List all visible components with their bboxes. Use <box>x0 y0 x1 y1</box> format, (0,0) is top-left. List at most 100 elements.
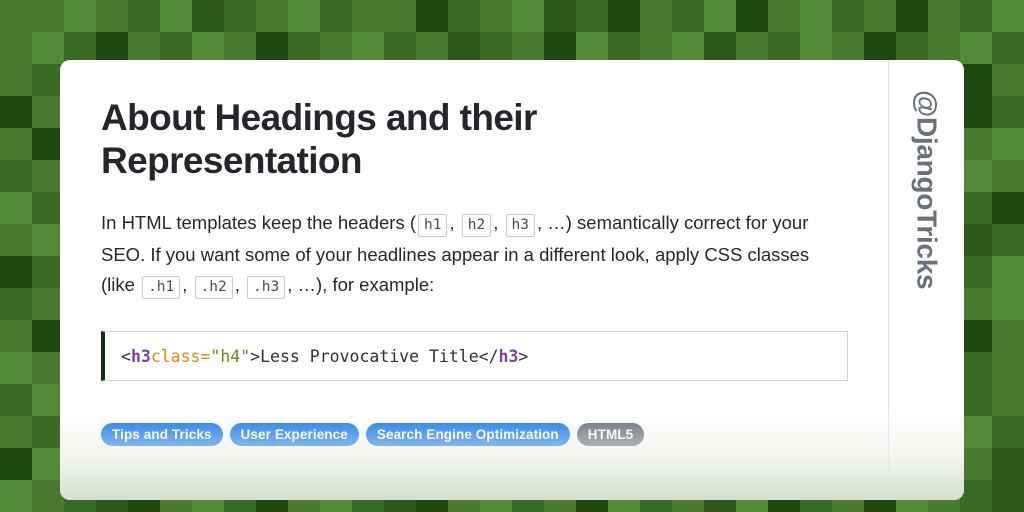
background-tile <box>480 0 512 32</box>
inline-code-h2: h2 <box>461 214 492 237</box>
background-tile <box>736 0 768 32</box>
background-tile <box>992 320 1024 352</box>
background-tile <box>992 256 1024 288</box>
background-tile <box>384 0 416 32</box>
code-token-attribute-value: "h4" <box>210 346 251 366</box>
inline-code-h3: h3 <box>505 214 535 237</box>
code-token-attribute-name: class <box>150 346 201 366</box>
background-tile <box>864 0 896 32</box>
code-example-block: < h3 class = "h4" > Less Provocative Title </h… <box>101 331 848 381</box>
background-tile <box>960 96 992 128</box>
background-tile <box>960 288 992 320</box>
background-tile <box>32 0 64 32</box>
background-tile <box>960 320 992 352</box>
background-tile <box>288 0 320 32</box>
background-tile <box>512 0 544 32</box>
background-tile <box>0 256 32 288</box>
background-tile <box>0 384 32 416</box>
background-tile <box>0 288 32 320</box>
paragraph-separator-3: , <box>182 274 188 295</box>
background-tile <box>896 0 928 32</box>
background-tile <box>0 0 32 32</box>
background-tile <box>0 64 32 96</box>
tag-search-engine-optimization[interactable]: Search Engine Optimization <box>365 423 570 446</box>
background-tile <box>640 0 672 32</box>
tag-tips-and-tricks[interactable]: Tips and Tricks <box>101 423 223 446</box>
tag-html5[interactable]: HTML5 <box>576 423 645 446</box>
background-tile <box>992 128 1024 160</box>
article-paragraph: In HTML templates keep the headers (h1 , … <box>101 208 831 302</box>
background-tile <box>960 224 992 256</box>
background-tile <box>992 224 1024 256</box>
background-tile <box>960 0 992 32</box>
background-tile <box>992 192 1024 224</box>
paragraph-separator-1: , <box>449 212 455 233</box>
background-tile <box>416 0 448 32</box>
paragraph-text-part-3: , …), for example: <box>287 274 435 295</box>
background-tile <box>992 416 1024 448</box>
article-card: About Headings and their Representation … <box>60 60 964 500</box>
code-token-close-tag-close: > <box>518 346 529 366</box>
paragraph-separator-4: , <box>234 274 240 295</box>
background-tile <box>992 288 1024 320</box>
background-tile <box>992 384 1024 416</box>
background-tile <box>544 0 576 32</box>
background-tile <box>960 448 992 480</box>
background-tile <box>320 0 352 32</box>
inline-code-dot-h2: .h2 <box>194 276 233 299</box>
article-side-column: @DjangoTricks <box>889 60 964 500</box>
background-tile <box>448 0 480 32</box>
background-tile <box>992 480 1024 512</box>
site-handle[interactable]: @DjangoTricks <box>911 90 943 289</box>
tag-user-experience[interactable]: User Experience <box>229 423 359 446</box>
background-tile <box>0 192 32 224</box>
background-tile <box>960 352 992 384</box>
paragraph-text-part-1: In HTML templates keep the headers ( <box>101 212 416 233</box>
background-tile <box>160 0 192 32</box>
background-tile <box>960 416 992 448</box>
article-main-column: About Headings and their Representation … <box>60 60 889 500</box>
background-tile <box>0 448 32 480</box>
background-tile <box>960 160 992 192</box>
background-tile <box>128 0 160 32</box>
background-tile <box>0 320 32 352</box>
background-tile <box>0 128 32 160</box>
background-tile <box>800 0 832 32</box>
background-tile <box>960 64 992 96</box>
background-tile <box>768 0 800 32</box>
code-token-open-tag-close: > <box>250 346 261 366</box>
background-tile <box>0 96 32 128</box>
background-tile <box>832 0 864 32</box>
background-tile <box>992 32 1024 64</box>
background-tile <box>992 64 1024 96</box>
background-tile <box>992 96 1024 128</box>
paragraph-separator-2: , <box>493 212 499 233</box>
background-tile <box>64 0 96 32</box>
background-tile <box>992 160 1024 192</box>
background-tile <box>672 0 704 32</box>
code-token-close-tag: h3 <box>498 346 519 366</box>
background-tile <box>992 0 1024 32</box>
background-tile <box>960 128 992 160</box>
background-tile <box>992 448 1024 480</box>
background-tile <box>352 0 384 32</box>
background-tile <box>224 0 256 32</box>
background-tile <box>960 256 992 288</box>
inline-code-h1: h1 <box>418 214 448 237</box>
tag-list: Tips and Tricks User Experience Search Eng… <box>101 423 645 446</box>
background-tile <box>0 352 32 384</box>
code-token-open-bracket: < <box>121 346 131 366</box>
background-tile <box>608 0 640 32</box>
background-tile <box>256 0 288 32</box>
background-tile <box>0 480 32 512</box>
background-tile <box>0 224 32 256</box>
code-token-equals: = <box>200 346 211 366</box>
code-token-open-tag: h3 <box>130 346 151 366</box>
background-tile <box>992 352 1024 384</box>
background-tile <box>960 192 992 224</box>
background-tile <box>0 160 32 192</box>
code-token-inner-text: Less Provocative Title <box>260 346 479 366</box>
inline-code-dot-h1: .h1 <box>142 276 181 299</box>
background-tile <box>192 0 224 32</box>
inline-code-dot-h3: .h3 <box>247 276 286 299</box>
